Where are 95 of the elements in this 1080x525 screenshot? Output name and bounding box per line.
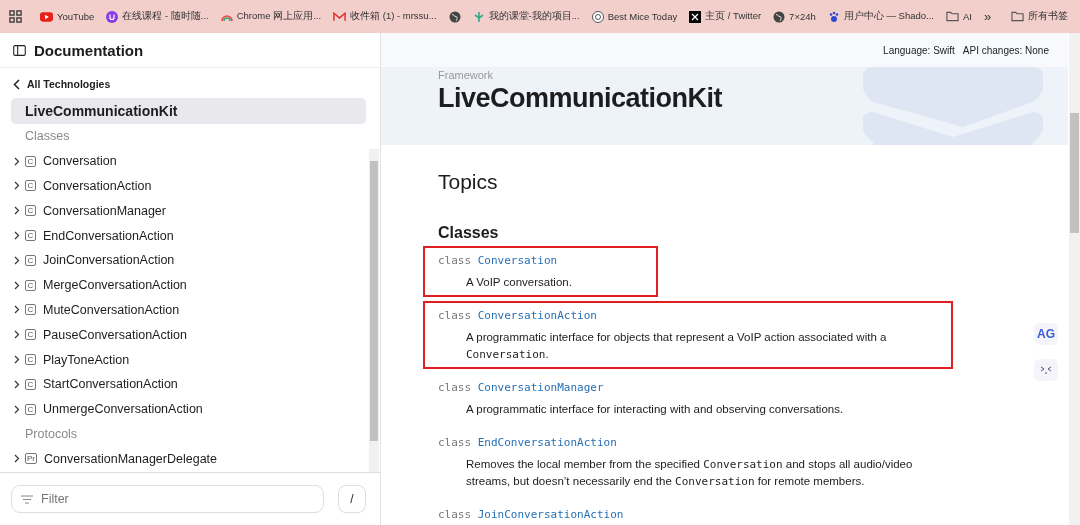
sidebar-item[interactable]: PauseConversationAction bbox=[43, 327, 187, 342]
bookmark-link[interactable]: 收件箱 (1) - mrssu... bbox=[333, 10, 437, 23]
language-setting[interactable]: Language: Swift bbox=[883, 44, 955, 56]
keyword-text: class bbox=[438, 254, 472, 267]
paw-icon bbox=[827, 10, 840, 23]
play-icon bbox=[40, 11, 53, 22]
symbol-kind-badge: Pr bbox=[25, 453, 37, 465]
section-heading: Classes bbox=[24, 128, 71, 145]
sidebar-item[interactable]: UnmergeConversationAction bbox=[43, 402, 203, 417]
filter-field[interactable]: Filter bbox=[11, 485, 324, 513]
apps-grid-icon[interactable] bbox=[9, 10, 22, 23]
sidebar-item[interactable]: MergeConversationAction bbox=[43, 278, 187, 293]
sidebar-item[interactable]: JoinConversationAction bbox=[43, 253, 175, 268]
page-title: LiveCommunicationKit bbox=[438, 83, 723, 114]
symbol-link[interactable]: ConversationManager bbox=[477, 381, 604, 394]
chevron-right-icon[interactable] bbox=[14, 355, 20, 365]
folder-icon bbox=[1011, 11, 1025, 22]
symbol-kind-badge: C bbox=[25, 354, 36, 366]
topics-heading: Topics bbox=[438, 170, 499, 194]
back-link[interactable]: All Technologies bbox=[0, 68, 380, 91]
symbol-kind-badge: C bbox=[25, 279, 36, 291]
topic-description: A VoIP conversation. bbox=[466, 275, 573, 290]
keyword-text: class bbox=[438, 508, 472, 521]
symbol-kind-badge: C bbox=[25, 180, 36, 192]
sidebar-item[interactable]: ConversationAction bbox=[43, 179, 152, 193]
chevron-right-icon[interactable] bbox=[14, 330, 20, 340]
extension-button[interactable]: AG bbox=[1034, 323, 1058, 345]
bookmark-link[interactable]: Best Mice Today bbox=[591, 10, 678, 23]
chevron-right-icon[interactable] bbox=[14, 280, 20, 290]
keyword-text: class bbox=[438, 309, 472, 322]
globe-icon bbox=[448, 10, 461, 23]
documentation-title: Documentation bbox=[34, 41, 144, 59]
classes-heading: Classes bbox=[438, 224, 500, 242]
symbol-kind-badge: C bbox=[25, 155, 36, 167]
sidebar-item[interactable]: ConversationManager bbox=[43, 203, 166, 218]
bookmark-link[interactable]: YouTube bbox=[40, 11, 95, 22]
face-icon bbox=[1040, 366, 1052, 374]
sidebar-item[interactable]: Conversation bbox=[43, 154, 117, 169]
x-logo-icon bbox=[689, 10, 702, 23]
symbol-kind-badge: C bbox=[25, 254, 36, 266]
chevron-right-icon[interactable] bbox=[14, 181, 20, 191]
keyword-text: class bbox=[438, 381, 472, 394]
chevron-right-icon[interactable] bbox=[14, 206, 20, 216]
chevron-right-icon[interactable] bbox=[14, 231, 20, 241]
bookmark-link[interactable]: 用户中心 — Shado... bbox=[827, 10, 934, 23]
chevron-right-icon[interactable] bbox=[14, 305, 20, 315]
sidebar-item[interactable]: ConversationManagerDelegate bbox=[44, 451, 218, 466]
more-bookmarks-button[interactable]: » bbox=[983, 9, 992, 24]
symbol-kind-badge: C bbox=[25, 230, 36, 242]
technology-item[interactable]: LiveCommunicationKit bbox=[11, 98, 366, 124]
chevron-right-icon[interactable] bbox=[14, 156, 20, 166]
sidebar-item[interactable]: StartConversationAction bbox=[43, 377, 178, 392]
topic-description: A programmatic interface for objects that represent a VoIP action associated with a Conversation. bbox=[466, 330, 888, 363]
chevron-left-icon bbox=[13, 78, 20, 90]
bookmark-link[interactable]: 主页 / Twitter bbox=[689, 10, 762, 23]
folder-icon bbox=[945, 11, 959, 22]
symbol-link[interactable]: Conversation bbox=[477, 254, 558, 267]
globe-icon bbox=[773, 10, 786, 23]
symbol-kind-badge: C bbox=[25, 378, 36, 390]
sidebar-toggle-icon[interactable] bbox=[13, 44, 26, 56]
sidebar-item[interactable]: MuteConversationAction bbox=[43, 302, 180, 317]
bookmark-link[interactable] bbox=[448, 10, 461, 23]
bookmark-link[interactable]: 7×24h bbox=[773, 10, 816, 23]
symbol-kind-badge: C bbox=[25, 329, 36, 341]
symbol-link[interactable]: ConversationAction bbox=[477, 309, 597, 322]
eyebrow-text: Framework bbox=[438, 69, 494, 82]
sidebar-item[interactable]: PlayToneAction bbox=[43, 352, 130, 367]
all-bookmarks-link[interactable]: 所有书签 bbox=[1011, 10, 1069, 23]
course-icon bbox=[106, 10, 119, 23]
mail-icon bbox=[333, 11, 347, 22]
keyword-text: class bbox=[438, 436, 472, 449]
scrollbar[interactable] bbox=[1069, 33, 1080, 525]
symbol-kind-badge: C bbox=[25, 304, 36, 316]
symbol-link[interactable]: JoinConversationAction bbox=[477, 508, 624, 521]
symbol-kind-badge: C bbox=[25, 403, 36, 415]
shortcut-key: / bbox=[338, 485, 366, 513]
symbol-link[interactable]: EndConversationAction bbox=[477, 436, 617, 449]
scrollbar[interactable] bbox=[369, 149, 379, 472]
api-changes-setting[interactable]: API changes: None bbox=[962, 44, 1049, 56]
bookmark-link[interactable]: AI bbox=[945, 11, 972, 22]
bookmark-link[interactable]: 我的课堂-我的项目... bbox=[472, 10, 580, 23]
chevron-right-icon[interactable] bbox=[14, 454, 20, 464]
tree-icon bbox=[472, 10, 485, 23]
chevron-right-icon[interactable] bbox=[14, 404, 20, 414]
bookmark-link[interactable]: 在线课程 - 随时随... bbox=[106, 10, 209, 23]
chevron-right-icon[interactable] bbox=[14, 255, 20, 265]
chevron-right-icon[interactable] bbox=[14, 379, 20, 389]
topic-description: Removes the local member from the specified Conversation and stops all audio/video streams, but doesn’t necessarily end the Conversation for remote members. bbox=[466, 457, 914, 490]
symbol-kind-badge: C bbox=[25, 205, 36, 217]
topic-description: A programmatic interface for interacting with and observing conversations. bbox=[466, 402, 845, 417]
bookmark-link[interactable]: Chrome 网上应用... bbox=[220, 10, 322, 23]
filter-icon bbox=[21, 495, 33, 504]
spiral-icon bbox=[591, 10, 604, 23]
sidebar-item[interactable]: EndConversationAction bbox=[43, 228, 174, 243]
section-heading: Protocols bbox=[24, 425, 79, 443]
